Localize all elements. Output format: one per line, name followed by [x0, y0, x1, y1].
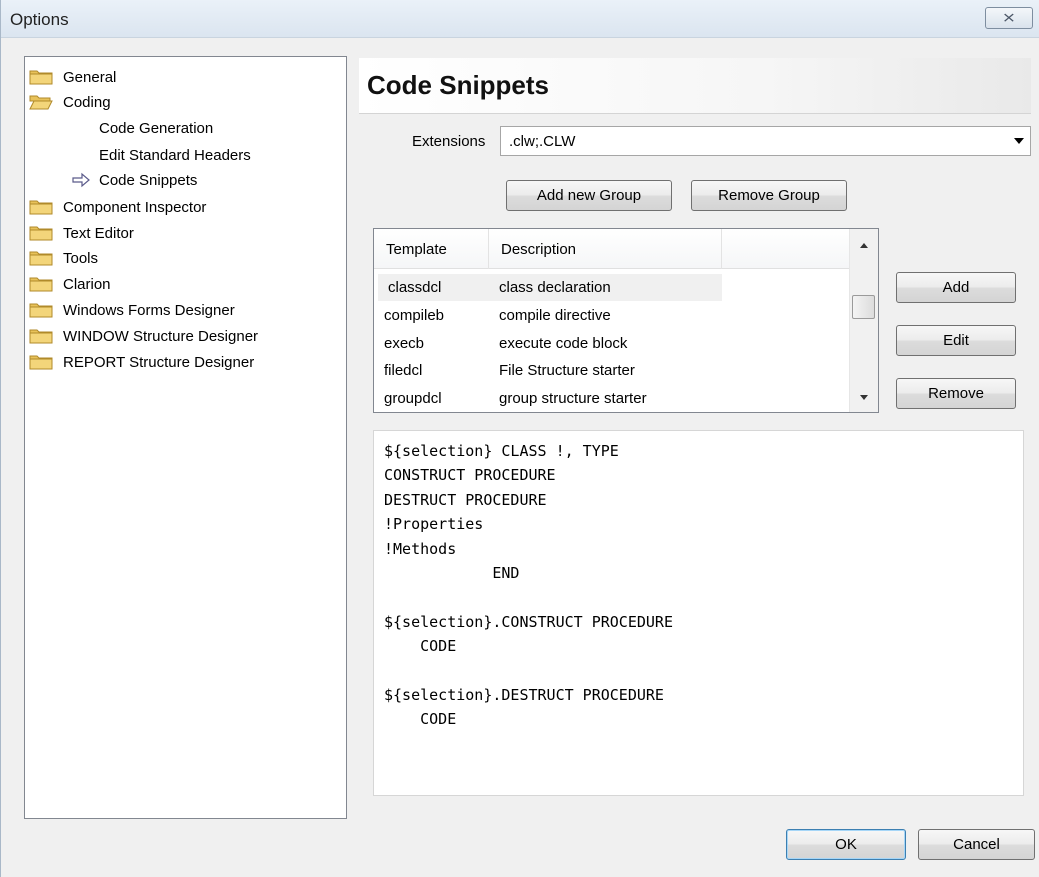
remove-group-button[interactable]: Remove Group — [691, 180, 847, 211]
close-icon: ⨯ — [1001, 10, 1017, 26]
panel-header: Code Snippets — [359, 58, 1031, 114]
page-title: Code Snippets — [367, 70, 550, 100]
edit-button[interactable]: Edit — [896, 325, 1016, 356]
tree-item-general[interactable]: General — [29, 65, 116, 89]
tree-item-coding[interactable]: Coding — [29, 90, 111, 114]
tree-item-label: Tools — [63, 249, 99, 267]
folder-closed-icon — [29, 250, 53, 266]
table-row[interactable]: compileb compile directive — [374, 302, 849, 329]
tree-item-code-generation[interactable]: Code Generation — [99, 116, 213, 140]
cell-description: group structure starter — [499, 390, 647, 407]
table-row[interactable]: classdcl class declaration — [374, 274, 849, 301]
tree-item-label: Text Editor — [63, 224, 134, 242]
ok-button[interactable]: OK — [786, 829, 906, 860]
tree-item-label: Code Generation — [99, 119, 214, 137]
table-row[interactable]: groupdcl group structure starter — [374, 385, 849, 412]
folder-open-icon — [29, 94, 53, 110]
cell-description: File Structure starter — [499, 362, 635, 379]
scroll-up-icon[interactable] — [860, 243, 868, 248]
tree-item-label: WINDOW Structure Designer — [63, 327, 259, 345]
title-bar[interactable]: Options ⨯ — [1, 0, 1039, 38]
cell-description: execute code block — [499, 335, 628, 352]
folder-closed-icon — [29, 69, 53, 85]
options-tree[interactable]: General Coding Code Generation Edit Stan… — [24, 56, 347, 819]
folder-closed-icon — [29, 354, 53, 370]
tree-item-label: Windows Forms Designer — [63, 301, 235, 319]
column-header-template[interactable]: Template — [374, 229, 489, 269]
tree-item-label: General — [63, 68, 117, 86]
tree-item-tools[interactable]: Tools — [29, 246, 98, 270]
tree-item-code-snippets[interactable]: Code Snippets — [71, 168, 197, 192]
extensions-label: Extensions — [412, 133, 486, 150]
table-row[interactable]: filedcl File Structure starter — [374, 357, 849, 384]
tree-item-report-structure-designer[interactable]: REPORT Structure Designer — [29, 350, 254, 374]
cell-template: groupdcl — [384, 390, 442, 407]
table-row[interactable]: execb execute code block — [374, 330, 849, 357]
cell-description: class declaration — [489, 274, 722, 301]
window-title: Options — [10, 10, 69, 29]
cell-template: execb — [384, 335, 425, 352]
tree-item-window-structure-designer[interactable]: WINDOW Structure Designer — [29, 324, 258, 348]
tree-item-label: Edit Standard Headers — [99, 146, 251, 164]
arrow-right-icon — [71, 172, 91, 188]
add-new-group-button[interactable]: Add new Group — [506, 180, 672, 211]
snippet-list[interactable]: Template Description classdcl class decl… — [373, 228, 879, 413]
tree-item-component-inspector[interactable]: Component Inspector — [29, 195, 206, 219]
tree-item-label: Coding — [63, 93, 111, 111]
list-header: Template Description — [374, 229, 849, 269]
cell-template: classdcl — [378, 274, 489, 301]
tree-item-label: Component Inspector — [63, 198, 207, 216]
snippet-code-editor[interactable]: ${selection} CLASS !, TYPE CONSTRUCT PRO… — [373, 430, 1024, 796]
list-scrollbar[interactable] — [849, 229, 878, 412]
close-button[interactable]: ⨯ — [985, 7, 1033, 29]
cell-template: filedcl — [384, 362, 423, 379]
folder-closed-icon — [29, 225, 53, 241]
tree-item-clarion[interactable]: Clarion — [29, 272, 111, 296]
cell-template: compileb — [384, 307, 445, 324]
cell-description: compile directive — [499, 307, 611, 324]
scrollbar-thumb[interactable] — [852, 295, 875, 319]
folder-closed-icon — [29, 276, 53, 292]
chevron-down-icon[interactable] — [1014, 138, 1024, 144]
scroll-down-icon[interactable] — [860, 395, 868, 400]
tree-item-edit-standard-headers[interactable]: Edit Standard Headers — [99, 143, 251, 167]
folder-closed-icon — [29, 302, 53, 318]
column-header-empty — [722, 229, 849, 269]
column-header-description[interactable]: Description — [489, 229, 722, 269]
add-button[interactable]: Add — [896, 272, 1016, 303]
extensions-dropdown[interactable]: .clw;.CLW — [500, 126, 1031, 156]
options-dialog: Options ⨯ General Coding Code Generation… — [0, 0, 1039, 877]
extensions-value: .clw;.CLW — [509, 133, 576, 150]
tree-item-label: Code Snippets — [99, 171, 198, 189]
snippet-code-text[interactable]: ${selection} CLASS !, TYPE CONSTRUCT PRO… — [384, 439, 673, 732]
tree-item-label: Clarion — [63, 275, 111, 293]
tree-item-label: REPORT Structure Designer — [63, 353, 255, 371]
folder-closed-icon — [29, 328, 53, 344]
tree-item-text-editor[interactable]: Text Editor — [29, 221, 134, 245]
tree-item-windows-forms-designer[interactable]: Windows Forms Designer — [29, 298, 235, 322]
cancel-button[interactable]: Cancel — [918, 829, 1035, 860]
remove-button[interactable]: Remove — [896, 378, 1016, 409]
folder-closed-icon — [29, 199, 53, 215]
